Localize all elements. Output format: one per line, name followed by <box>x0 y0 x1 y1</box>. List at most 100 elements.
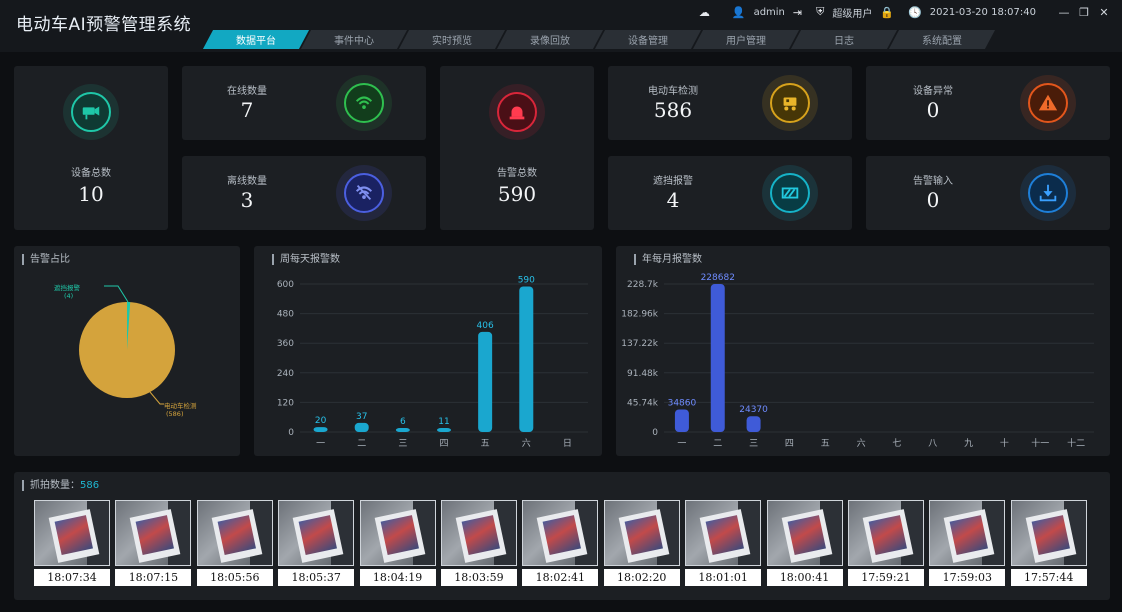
capture-thumbnail[interactable] <box>196 500 273 566</box>
lock-icon[interactable]: 🔒 <box>880 6 894 19</box>
capture-thumbnail[interactable] <box>847 500 924 566</box>
capture-thumbnail[interactable] <box>1010 500 1087 566</box>
capture-item[interactable]: 17:59:03 <box>929 500 1006 586</box>
bar[interactable] <box>395 428 410 432</box>
offline-label: 离线数量 <box>227 176 267 187</box>
user-role: 超级用户 <box>832 8 873 20</box>
tab-logs[interactable]: 日志 <box>796 30 892 49</box>
x-tick-label: 一 <box>316 439 325 449</box>
capture-thumbnail[interactable] <box>929 500 1006 566</box>
y-tick-label: 228.7k <box>627 280 659 290</box>
tab-playback[interactable]: 录像回放 <box>502 30 598 49</box>
x-tick-label: 四 <box>439 439 448 449</box>
online-card: 在线数量 7 <box>182 66 426 140</box>
pie-label-ebike: 电动车检测 <box>164 401 197 410</box>
x-tick-label: 五 <box>481 439 490 449</box>
bar-value-label: 11 <box>438 417 449 427</box>
capture-thumbnail[interactable] <box>278 500 355 566</box>
restore-icon[interactable]: ❐ <box>1074 6 1094 19</box>
alarm-ratio-panel: 告警占比 遮挡报警 (4) 电动车检测 (586) <box>14 246 240 456</box>
app-title: 电动车AI预警管理系统 <box>16 15 192 35</box>
capture-item[interactable]: 18:07:34 <box>34 500 110 586</box>
capture-time: 17:59:21 <box>847 569 924 586</box>
minimize-icon[interactable]: — <box>1054 6 1074 19</box>
capture-time: 18:07:15 <box>115 569 192 586</box>
bar[interactable] <box>519 286 534 432</box>
bar[interactable] <box>478 331 493 432</box>
tab-data-platform[interactable]: 数据平台 <box>208 30 304 49</box>
capture-item[interactable]: 18:03:59 <box>440 500 517 586</box>
warning-icon <box>1038 94 1058 111</box>
ebike-detect-value: 586 <box>653 98 693 122</box>
capture-item[interactable]: 18:00:41 <box>766 500 843 586</box>
y-tick-label: 182.96k <box>621 310 658 320</box>
bar[interactable] <box>313 427 328 432</box>
bar[interactable] <box>437 428 451 432</box>
capture-item[interactable]: 18:05:37 <box>278 500 355 586</box>
ebike-detect-label: 电动车检测 <box>648 86 698 97</box>
capture-title: 抓拍数量：586 <box>22 480 99 491</box>
capture-item[interactable]: 18:02:41 <box>522 500 599 586</box>
device-abnormal-value: 0 <box>926 98 940 122</box>
logout-icon[interactable]: ⇥ <box>793 6 802 19</box>
y-tick-label: 45.74k <box>627 398 659 408</box>
occlusion-icon <box>781 187 799 199</box>
tab-live-preview[interactable]: 实时预览 <box>404 30 500 49</box>
capture-time: 18:07:34 <box>34 569 110 586</box>
bar[interactable] <box>674 409 689 432</box>
x-tick-label: 十二 <box>1067 437 1085 449</box>
capture-time: 17:57:44 <box>1010 569 1087 586</box>
alarm-import-card: 告警输入 0 <box>866 156 1110 230</box>
main-tabs: 数据平台 事件中心 实时预览 录像回放 设备管理 用户管理 日志 系统配置 <box>208 30 992 49</box>
capture-item[interactable]: 18:07:15 <box>115 500 192 586</box>
month-alarm-panel: 年每月报警数 0 45.74k 91.48k 137.22k 182.96k 228.7k… <box>616 246 1110 456</box>
bar[interactable] <box>746 416 761 432</box>
wifi-off-icon <box>355 185 373 201</box>
pie-leader-line <box>104 285 129 303</box>
week-alarm-panel: 周每天报警数 0 120 240 360 480 600 20 一 37 二 6 三 11 四 406 五 59… <box>254 246 602 456</box>
y-tick-label: 91.48k <box>627 369 659 379</box>
tab-system-config[interactable]: 系统配置 <box>894 30 990 49</box>
alarm-ratio-pie: 遮挡报警 (4) 电动车检测 (586) <box>54 283 197 418</box>
x-tick-label: 六 <box>522 437 531 449</box>
offline-value: 3 <box>240 188 254 212</box>
capture-item[interactable]: 18:04:19 <box>359 500 436 586</box>
username: admin <box>753 6 785 18</box>
tab-device-management[interactable]: 设备管理 <box>600 30 696 49</box>
capture-item[interactable]: 17:59:21 <box>847 500 924 586</box>
capture-thumbnail[interactable] <box>603 500 680 566</box>
y-tick-label: 600 <box>277 280 294 290</box>
x-tick-label: 四 <box>785 439 794 449</box>
tab-event-center[interactable]: 事件中心 <box>306 30 402 49</box>
capture-thumbnail[interactable] <box>34 500 110 566</box>
capture-thumbnail[interactable] <box>440 500 517 566</box>
capture-thumbnail[interactable] <box>522 500 599 566</box>
capture-item[interactable]: 18:05:56 <box>196 500 273 586</box>
shield-icon: ⛨ <box>816 5 825 18</box>
capture-item[interactable]: 18:02:20 <box>603 500 680 586</box>
bar-value-label: 406 <box>477 321 494 331</box>
x-tick-label: 三 <box>398 439 407 449</box>
capture-time: 18:02:20 <box>603 569 680 586</box>
bar-value-label: 590 <box>518 275 535 285</box>
bar-value-label: 20 <box>315 416 327 426</box>
capture-thumbnail[interactable] <box>359 500 436 566</box>
device-abnormal-label: 设备异常 <box>913 86 953 97</box>
bar[interactable] <box>710 284 725 432</box>
occlusion-card: 遮挡报警 4 <box>608 156 852 230</box>
x-tick-label: 十一 <box>1031 437 1049 449</box>
close-icon[interactable]: ✕ <box>1094 6 1114 19</box>
capture-thumbnail[interactable] <box>766 500 843 566</box>
pie-sub-ebike: (586) <box>166 410 183 418</box>
bar[interactable] <box>354 422 369 432</box>
offline-card: 离线数量 3 <box>182 156 426 230</box>
week-bar-chart: 0 120 240 360 480 600 20 一 37 二 6 三 11 四 406 五 590 六 日 <box>277 275 588 449</box>
capture-thumbnail[interactable] <box>115 500 192 566</box>
capture-time: 18:03:59 <box>440 569 517 586</box>
tab-user-management[interactable]: 用户管理 <box>698 30 794 49</box>
capture-thumbnail[interactable] <box>685 500 762 566</box>
capture-item[interactable]: 18:01:01 <box>685 500 762 586</box>
x-tick-label: 七 <box>892 438 901 449</box>
cloud-icon[interactable]: ☁ <box>699 6 710 19</box>
capture-item[interactable]: 17:57:44 <box>1010 500 1087 586</box>
